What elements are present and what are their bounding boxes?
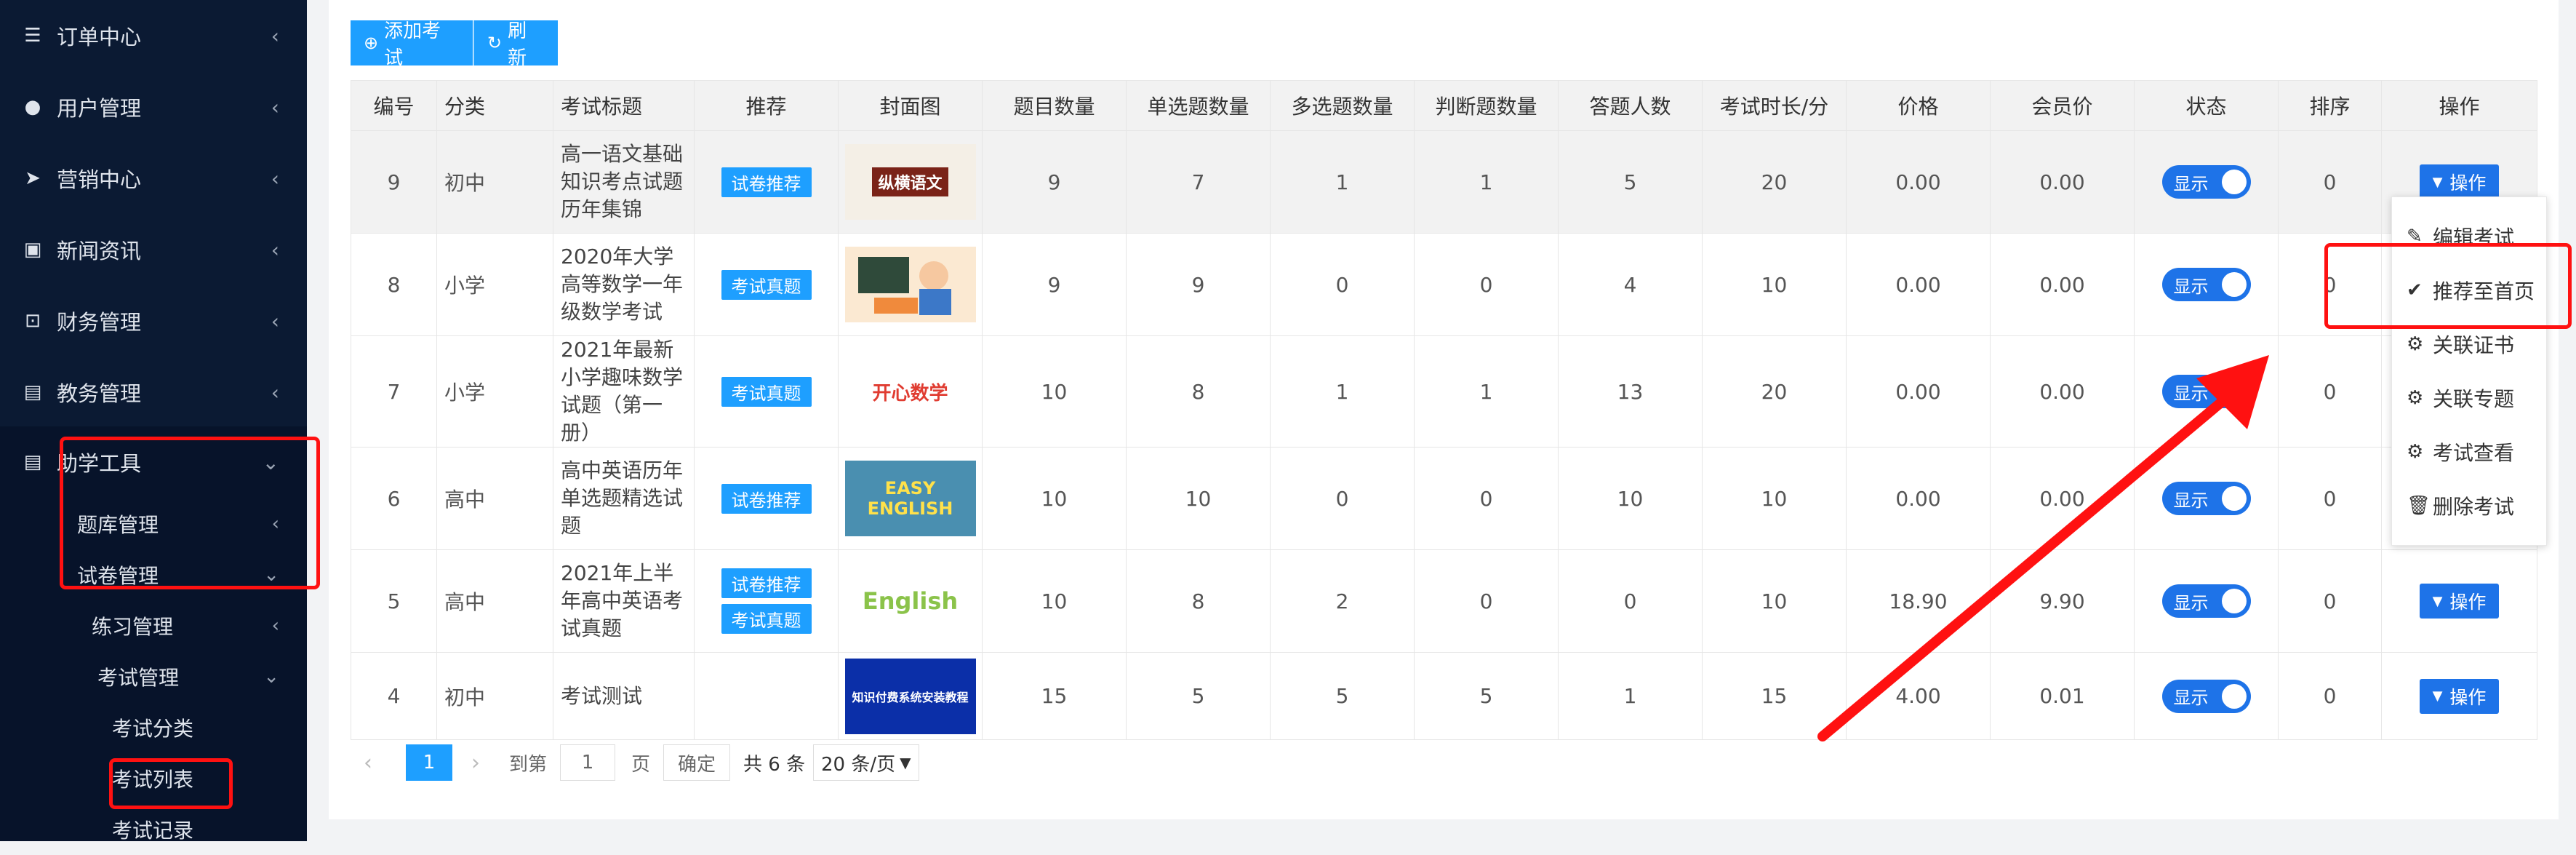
chevron-right-icon: ›	[471, 749, 480, 776]
annotation-arrow	[1817, 355, 2269, 741]
page-input-value: 1	[560, 744, 615, 781]
pagination-page-1[interactable]: 1	[406, 742, 452, 783]
goto-label: 到第	[509, 753, 548, 776]
confirm-button[interactable]: 确定	[663, 742, 730, 783]
confirm-label: 确定	[663, 744, 730, 781]
page-size-value: 20 条/页	[821, 753, 896, 776]
pagination-prev[interactable]: ‹	[364, 742, 372, 783]
total-count: 共 6 条	[743, 753, 806, 776]
chevron-down-icon: ▼	[900, 754, 911, 771]
pagination-next[interactable]: ›	[471, 742, 480, 783]
page-size-select[interactable]: 20 条/页 ▼	[813, 742, 919, 783]
page-label: 页	[631, 753, 651, 776]
chevron-left-icon: ‹	[364, 749, 372, 776]
page-input[interactable]: 1	[560, 742, 615, 783]
current-page: 1	[406, 744, 452, 781]
arrow-shaft	[1817, 394, 2231, 741]
